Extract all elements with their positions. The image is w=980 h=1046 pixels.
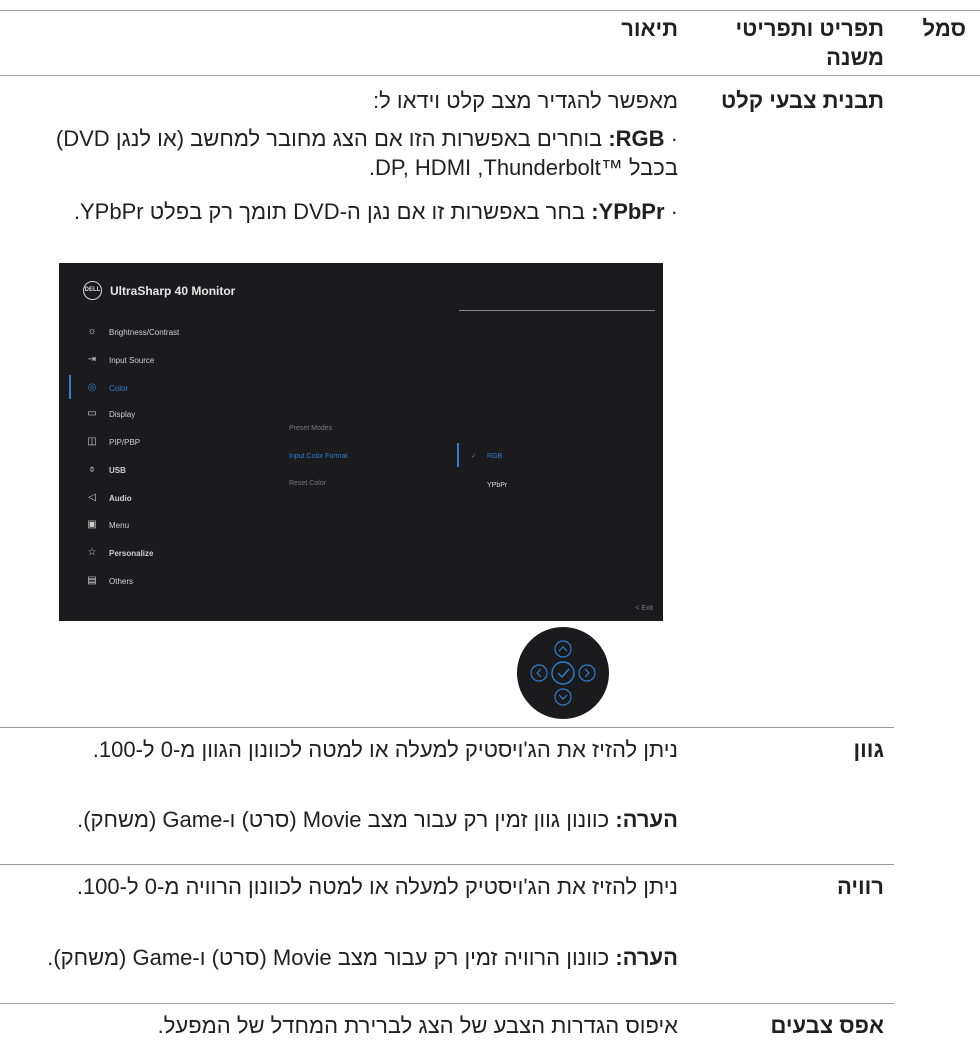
- saturation-note: הערה: כוונון הרוויה זמין רק עבור מצב Mov…: [28, 943, 678, 972]
- input-source-icon: ⇥: [87, 354, 97, 365]
- saturation-note-text: כוונון הרוויה זמין רק עבור מצב Movie (סר…: [47, 945, 616, 970]
- submenu-reset-color[interactable]: Reset Color: [289, 480, 326, 487]
- osd-menu-label: Brightness/Contrast: [109, 328, 180, 337]
- option-rgb[interactable]: RGB: [487, 453, 502, 460]
- bullet-mark: ·: [670, 126, 678, 151]
- exit-label: Exit: [641, 605, 653, 612]
- note-label: הערה:: [615, 945, 678, 970]
- osd-menu-label: Color: [109, 384, 129, 393]
- submenu-input-color-format[interactable]: Input Color Format: [289, 453, 347, 460]
- header-rule: [0, 75, 980, 76]
- menu-icon: ▣: [87, 519, 97, 530]
- bullet-ypbpr-term: YPbPr:: [591, 199, 665, 224]
- osd-menu-label: Personalize: [109, 549, 154, 558]
- dell-logo: DELL: [83, 281, 102, 300]
- color-palette-icon: ◎: [87, 382, 97, 393]
- osd-menu-label: Input Source: [109, 356, 155, 365]
- osd-menu-label: Others: [109, 577, 134, 586]
- audio-speaker-icon: ◁: [88, 492, 96, 503]
- osd-exit[interactable]: < Exit: [635, 605, 653, 612]
- osd-top-rule: [459, 310, 655, 311]
- check-icon: ✓: [471, 453, 477, 460]
- reset-description: איפוס הגדרות הצבע של הצג לברירת המחדל של…: [157, 1013, 678, 1038]
- osd-menu-label: Menu: [109, 521, 130, 530]
- osd-menu-label: USB: [109, 466, 126, 475]
- osd-screenshot: DELL UltraSharp 40 Monitor ☼ Brightness/…: [59, 263, 663, 621]
- submenu-preset-modes[interactable]: Preset Modes: [289, 425, 332, 432]
- osd-menu-label: PIP/PBP: [109, 438, 141, 447]
- menu-active-indicator: [69, 375, 71, 399]
- note-label: הערה:: [615, 807, 678, 832]
- bullet-ypbpr: · YPbPr: בחר באפשרות זו אם נגן ה-DVD תומ…: [28, 197, 678, 226]
- osd-title: UltraSharp 40 Monitor: [110, 284, 236, 298]
- header-icon: סמל: [922, 16, 966, 41]
- bullet-rgb: · RGB: בוחרים באפשרות הזו אם הצג מחובר ל…: [8, 124, 678, 182]
- hue-note-text: כוונון גוון זמין רק עבור מצב Movie (סרט)…: [77, 807, 616, 832]
- usb-mouse-icon: ⌽: [89, 464, 95, 475]
- row-label-reset-color: אפס צבעים: [770, 1013, 884, 1038]
- bullet-mark: ·: [670, 199, 678, 224]
- row-label-color-format: תבנית צבעי קלט: [721, 88, 884, 113]
- row-label-hue: גוון: [853, 737, 884, 762]
- pip-pbp-icon: ◫: [87, 436, 97, 447]
- header-description: תיאור: [621, 16, 678, 41]
- bullet-rgb-term: RGB:: [608, 126, 665, 151]
- option-active-indicator: [457, 443, 459, 467]
- row-rule: [0, 864, 894, 865]
- table-top-rule: [0, 10, 980, 11]
- row-rule: [0, 1003, 894, 1004]
- bullet-ypbpr-text: בחר באפשרות זו אם נגן ה-DVD תומך רק בפלט…: [73, 199, 592, 224]
- star-icon: ☆: [87, 547, 97, 558]
- bullet-rgb-text: בוחרים באפשרות הזו אם הצג מחובר למחשב (א…: [55, 126, 678, 180]
- option-ypbpr[interactable]: YPbPr: [487, 482, 507, 489]
- brightness-icon: ☼: [87, 326, 97, 337]
- row-label-saturation: רוויה: [836, 874, 884, 899]
- row-rule: [0, 727, 894, 728]
- hue-description: ניתן להזיז את הג'ויסטיק למעלה או למטה לכ…: [92, 737, 678, 762]
- osd-menu-label: Audio: [109, 494, 132, 503]
- header-menu: תפריט ותפריטי משנה: [735, 16, 884, 70]
- color-format-intro: מאפשר להגדיר מצב קלט וידאו ל:: [372, 88, 678, 113]
- back-arrow-icon: <: [635, 605, 640, 612]
- joystick-icon: [517, 627, 609, 719]
- hue-note: הערה: כוונון גוון זמין רק עבור מצב Movie…: [38, 805, 678, 834]
- saturation-description: ניתן להזיז את הג'ויסטיק למעלה או למטה לכ…: [76, 874, 678, 899]
- display-icon: ▭: [87, 408, 97, 419]
- osd-menu-label: Display: [109, 410, 136, 419]
- others-icon: ▤: [87, 575, 97, 586]
